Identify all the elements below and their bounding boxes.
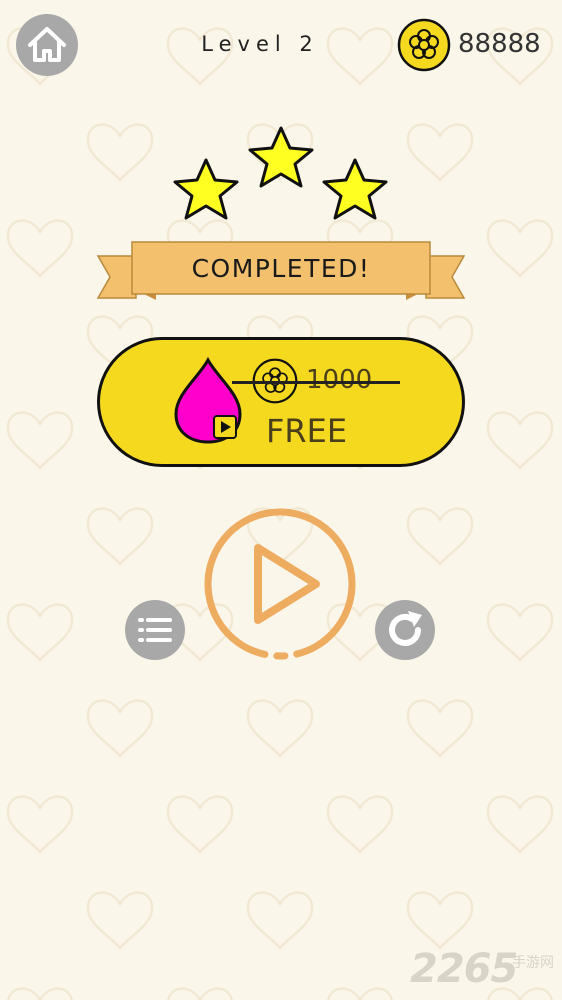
play-icon [254, 544, 320, 624]
home-icon [28, 27, 66, 62]
price-strikethrough [232, 381, 400, 384]
drop-icon [174, 356, 242, 444]
star-icon [173, 158, 239, 220]
coin-balance: 88888 [458, 29, 541, 59]
home-button[interactable] [16, 14, 78, 76]
flower-coin-icon [397, 18, 451, 72]
star-icon [322, 158, 388, 220]
completed-title: COMPLETED! [191, 254, 371, 283]
rating-stars [173, 126, 388, 220]
original-price: 1000 [306, 365, 373, 395]
level-label: Level 2 [201, 32, 319, 56]
level-list-button[interactable] [124, 599, 186, 661]
free-label: FREE [266, 412, 348, 450]
star-icon [248, 126, 314, 188]
retry-button[interactable] [374, 599, 436, 661]
play-button[interactable] [198, 502, 362, 666]
watermark-suffix: 手游网 [512, 954, 554, 970]
video-play-icon [213, 415, 237, 439]
watermark-logo: 2265 [410, 946, 518, 992]
